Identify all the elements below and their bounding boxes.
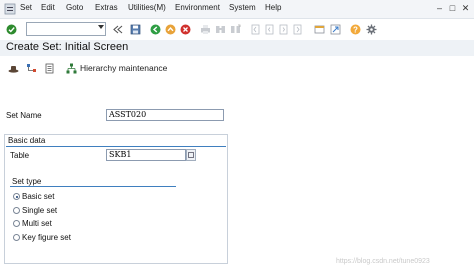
help-icon[interactable]: ?	[350, 24, 361, 35]
key-figure-set-label: Key figure set	[22, 233, 71, 242]
close-window-button[interactable]: ✕	[460, 3, 471, 14]
find-icon[interactable]	[215, 24, 226, 35]
table-label: Table	[10, 151, 30, 160]
settings-icon[interactable]	[366, 24, 377, 35]
double-left-arrow-icon[interactable]	[112, 24, 123, 35]
basic-set-radio[interactable]	[13, 193, 20, 200]
hierarchy-icon[interactable]	[66, 63, 77, 74]
page-title: Create Set: Initial Screen	[6, 41, 129, 53]
value-help-icon[interactable]	[186, 149, 196, 161]
single-set-label: Single set	[22, 206, 58, 215]
maximize-button[interactable]: □	[447, 3, 458, 14]
sap-menu-icon[interactable]	[4, 3, 16, 15]
command-field[interactable]	[26, 22, 106, 36]
menu-set[interactable]: Set	[20, 3, 32, 12]
key-figure-set-radio[interactable]	[13, 234, 20, 241]
svg-text:?: ?	[353, 25, 358, 34]
shortcut-icon[interactable]	[330, 24, 341, 35]
first-page-icon[interactable]	[250, 24, 261, 35]
menu-utilities[interactable]: Utilities(M)	[128, 3, 166, 12]
multi-set-label: Multi set	[22, 219, 52, 228]
structure-icon[interactable]	[26, 63, 37, 74]
menu-system[interactable]: System	[229, 3, 256, 12]
basic-set-label: Basic set	[22, 192, 55, 201]
next-page-icon[interactable]	[278, 24, 289, 35]
chevron-down-icon[interactable]	[98, 25, 104, 29]
menu-goto[interactable]: Goto	[66, 3, 83, 12]
print-icon[interactable]	[200, 24, 211, 35]
minimize-button[interactable]: –	[434, 3, 445, 14]
new-session-icon[interactable]	[314, 24, 325, 35]
set-type-divider	[10, 186, 176, 187]
check-icon[interactable]	[6, 24, 17, 35]
back-icon[interactable]	[150, 24, 161, 35]
set-name-label: Set Name	[6, 111, 42, 120]
single-set-radio[interactable]	[13, 207, 20, 214]
hierarchy-maintenance-button[interactable]: Hierarchy maintenance	[80, 63, 167, 73]
basic-data-divider	[6, 146, 226, 147]
set-name-value: ASST020	[109, 110, 147, 119]
document-icon[interactable]	[44, 63, 55, 74]
menu-extras[interactable]: Extras	[95, 3, 118, 12]
table-input[interactable]: SKB1	[106, 149, 186, 161]
menu-help[interactable]: Help	[265, 3, 281, 12]
cancel-icon[interactable]	[180, 24, 191, 35]
menu-edit[interactable]: Edit	[41, 3, 55, 12]
watermark-text: https://blog.csdn.net/tune0923	[336, 258, 430, 265]
last-page-icon[interactable]	[292, 24, 303, 35]
save-icon[interactable]	[130, 24, 141, 35]
basic-data-title: Basic data	[8, 136, 46, 145]
hat-icon[interactable]	[8, 63, 19, 74]
set-type-title: Set type	[12, 177, 42, 186]
exit-icon[interactable]	[165, 24, 176, 35]
menu-environment[interactable]: Environment	[175, 3, 220, 12]
set-name-input[interactable]: ASST020	[106, 109, 224, 121]
find-next-icon[interactable]	[230, 24, 241, 35]
table-value: SKB1	[109, 150, 132, 159]
prev-page-icon[interactable]	[264, 24, 275, 35]
multi-set-radio[interactable]	[13, 220, 20, 227]
